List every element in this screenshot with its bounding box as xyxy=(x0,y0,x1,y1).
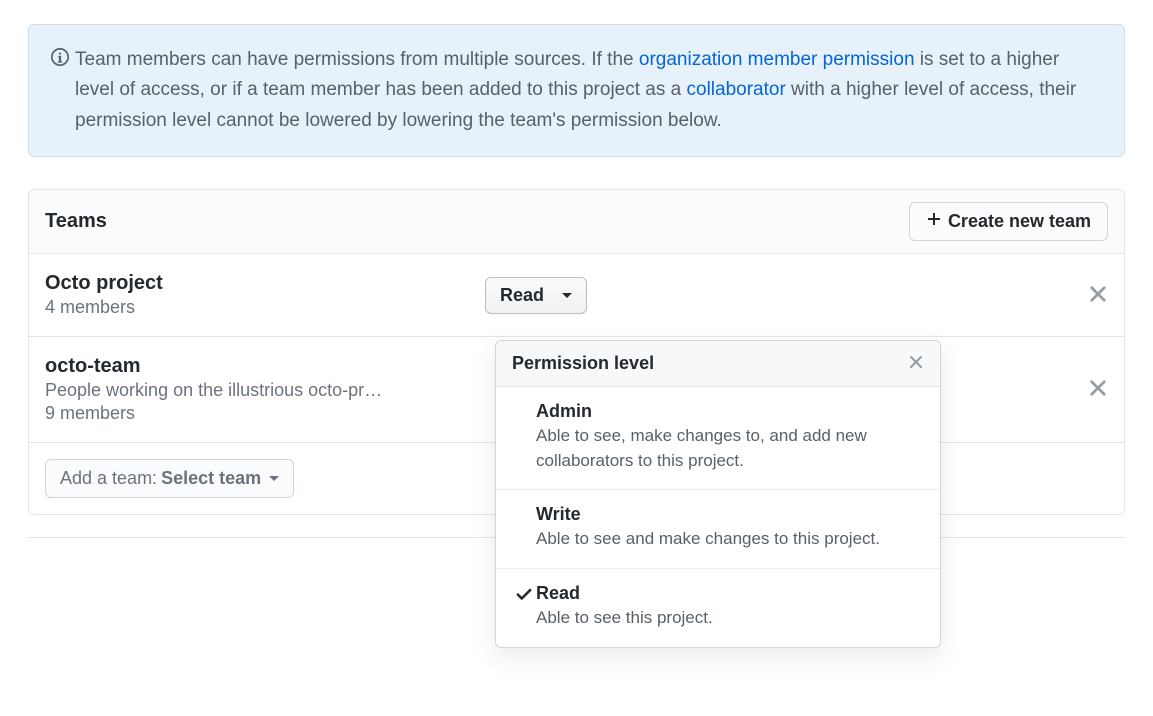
option-title: Write xyxy=(536,504,924,525)
plus-icon xyxy=(926,211,942,232)
team-name: octo-team xyxy=(45,355,485,378)
option-desc: Able to see, make changes to, and add ne… xyxy=(536,424,924,473)
option-body: Admin Able to see, make changes to, and … xyxy=(536,401,924,473)
permission-level-popover: Permission level Admin Able to see, make… xyxy=(495,340,941,648)
close-icon xyxy=(1088,284,1108,304)
banner-text-segment: Team members can have permissions from m… xyxy=(75,49,639,70)
option-title: Admin xyxy=(536,401,924,422)
collaborator-link[interactable]: collaborator xyxy=(687,79,786,100)
create-new-team-button[interactable]: Create new team xyxy=(909,202,1108,241)
option-desc: Able to see and make changes to this pro… xyxy=(536,527,924,552)
check-icon xyxy=(515,585,533,603)
create-team-label: Create new team xyxy=(948,211,1091,232)
add-team-prefix: Add a team: xyxy=(60,468,157,489)
popover-title: Permission level xyxy=(512,353,654,374)
option-desc: Able to see this project. xyxy=(536,606,924,631)
popover-close-button[interactable] xyxy=(908,354,924,373)
check-slot xyxy=(512,585,536,603)
caret-down-icon xyxy=(269,476,279,481)
org-member-permission-link[interactable]: organization member permission xyxy=(639,49,915,70)
popover-header: Permission level xyxy=(496,341,940,387)
banner-text: Team members can have permissions from m… xyxy=(75,45,1102,136)
team-name: Octo project xyxy=(45,272,485,295)
permission-option-write[interactable]: Write Able to see and make changes to th… xyxy=(496,490,940,569)
remove-team-button[interactable] xyxy=(1088,284,1108,307)
permission-option-read[interactable]: Read Able to see this project. xyxy=(496,569,940,647)
remove-team-button[interactable] xyxy=(1088,378,1108,401)
team-members: 9 members xyxy=(45,403,485,424)
teams-title: Teams xyxy=(45,210,107,233)
add-team-select[interactable]: Add a team: Select team xyxy=(45,459,294,498)
close-icon xyxy=(1088,378,1108,398)
team-row: Octo project 4 members Read xyxy=(29,254,1124,337)
option-title: Read xyxy=(536,583,924,604)
team-desc: People working on the illustrious octo-p… xyxy=(45,380,485,401)
team-info: Octo project 4 members xyxy=(45,272,485,318)
close-icon xyxy=(908,354,924,370)
permission-option-admin[interactable]: Admin Able to see, make changes to, and … xyxy=(496,387,940,490)
caret-down-icon xyxy=(562,293,572,298)
permissions-info-banner: Team members can have permissions from m… xyxy=(28,24,1125,157)
info-icon xyxy=(51,48,69,66)
option-body: Write Able to see and make changes to th… xyxy=(536,504,924,552)
team-info: octo-team People working on the illustri… xyxy=(45,355,485,424)
add-team-label: Select team xyxy=(161,468,261,489)
option-body: Read Able to see this project. xyxy=(536,583,924,631)
team-members: 4 members xyxy=(45,297,485,318)
permission-dropdown-button[interactable]: Read xyxy=(485,277,587,314)
teams-header: Teams Create new team xyxy=(29,190,1124,254)
team-permission-cell: Read xyxy=(485,277,1072,314)
permission-label: Read xyxy=(500,285,544,306)
